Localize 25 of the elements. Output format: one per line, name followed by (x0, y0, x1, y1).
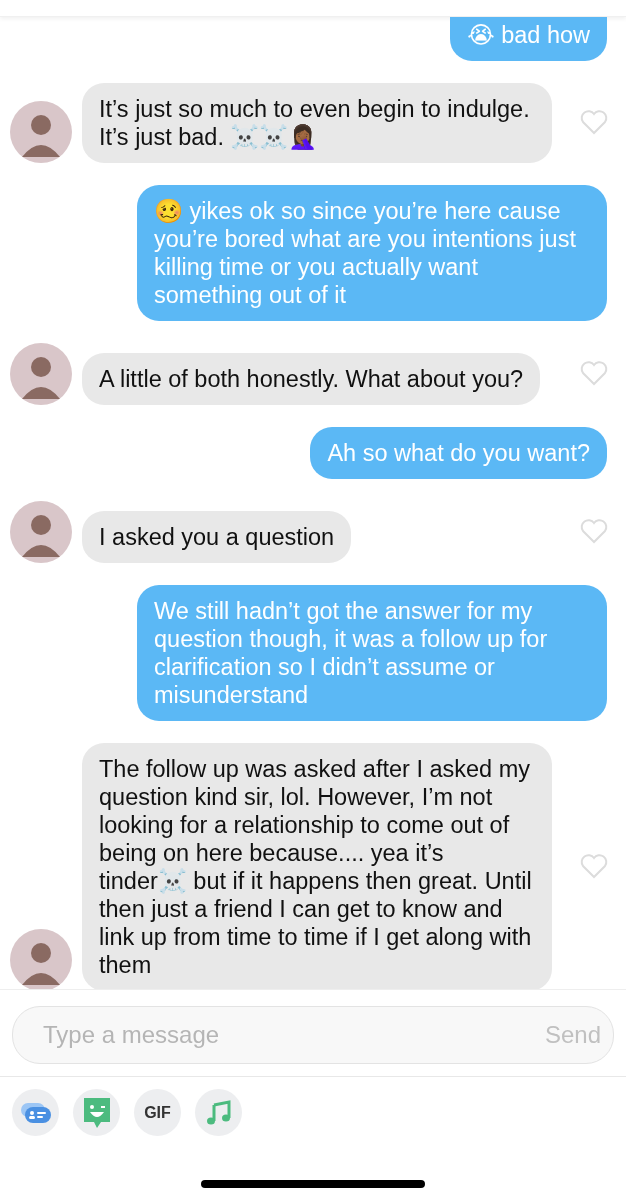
message-bubble: We still hadn’t got the answer for my question though, it was a follow up for clarification so I didn’t assume or misunderstand (137, 585, 607, 721)
avatar (10, 501, 72, 563)
music-note-icon (204, 1099, 233, 1126)
heart-icon[interactable] (580, 853, 608, 881)
send-button[interactable]: Send (544, 1021, 601, 1049)
sticker-icon (81, 1095, 112, 1130)
music-button[interactable] (195, 1089, 242, 1136)
message-bubble: I asked you a question (82, 511, 352, 563)
avatar (10, 101, 72, 163)
heart-icon[interactable] (580, 518, 608, 546)
sticker-button[interactable] (73, 1089, 120, 1136)
cards-icon (18, 1100, 53, 1125)
heart-icon[interactable] (580, 109, 608, 137)
avatar (10, 929, 72, 989)
message-bubble: The follow up was asked after I asked my question kind sir, lol. However, I’m not looking for a relationship to come out of being on here because.... yea it’s tinder☠ but if it happens then great. Until then just a friend I can get to know and link up from time to time if I get along with them (82, 743, 552, 989)
avatar (10, 343, 72, 405)
message-bubble: Ah so what do you want? (310, 427, 607, 479)
message-field[interactable]: Type a message Send (12, 1006, 614, 1064)
message-bubble: It’s just so much to even begin to indulge. It’s just bad. ☠☠🤦🏾‍♀ (82, 83, 552, 163)
cards-button[interactable] (12, 1089, 59, 1136)
gif-button[interactable]: GIF (134, 1089, 181, 1136)
message-bubble: 😭 bad how (450, 17, 607, 61)
message-bubble: 🥴 yikes ok so since you’re here cause you’re bored what are you intentions just killing time or you actually want something out of it (137, 185, 607, 321)
heart-icon[interactable] (580, 360, 608, 388)
message-bubble: A little of both honestly. What about you? (82, 353, 541, 405)
